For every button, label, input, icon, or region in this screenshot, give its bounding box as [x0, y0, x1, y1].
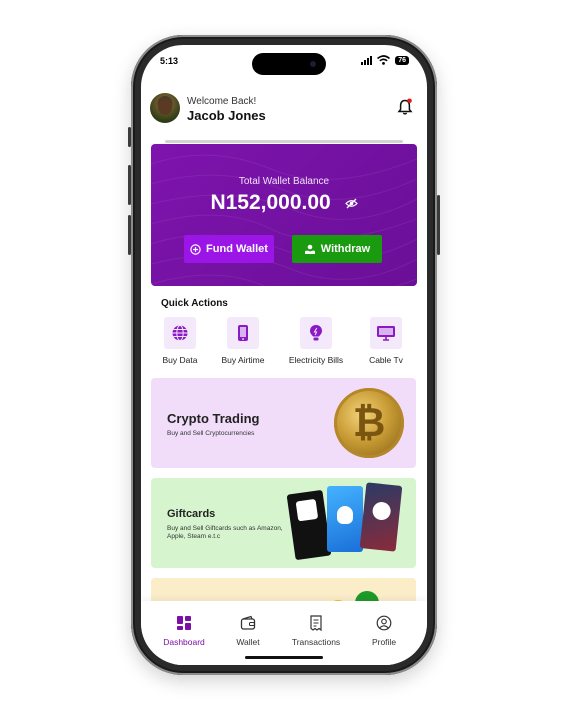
withdraw-label: Withdraw — [320, 243, 371, 255]
nav-item-profile[interactable]: Profile — [349, 615, 419, 647]
wallet-balance-card: Total Wallet Balance N152,000.00 Fund Wa… — [151, 144, 417, 286]
receipt-icon — [310, 615, 322, 632]
withdraw-hand-icon — [304, 244, 315, 254]
volume-up-button — [128, 165, 131, 205]
app-screen: 5:13 76 Welcome Back! Jacob Jones Total … — [141, 45, 427, 665]
profile-icon — [376, 615, 392, 631]
status-bar: 5:13 76 — [141, 53, 427, 71]
bulb-icon — [300, 317, 332, 349]
quick-actions-title: Quick Actions — [161, 298, 228, 309]
bottom-navigation: Dashboard Wallet Transactions Profile — [141, 601, 427, 665]
card-pattern — [151, 154, 417, 286]
crypto-card-title: Crypto Trading — [167, 411, 260, 426]
fund-wallet-button[interactable]: Fund Wallet — [184, 235, 274, 263]
nav-item-dashboard[interactable]: Dashboard — [149, 615, 219, 647]
crypto-trading-card[interactable]: Crypto Trading Buy and Sell Cryptocurren… — [151, 378, 416, 468]
fund-wallet-label: Fund Wallet — [206, 243, 268, 255]
dashboard-icon — [177, 616, 191, 630]
wallet-amount-value: N152,000.00 — [210, 191, 331, 214]
wifi-icon — [377, 55, 391, 65]
steam-giftcard-image — [359, 482, 403, 552]
wallet-amount: N152,000.00 — [151, 191, 417, 215]
nav-item-wallet[interactable]: Wallet — [213, 615, 283, 647]
giftcards-card[interactable]: Giftcards Buy and Sell Giftcards such as… — [151, 478, 416, 568]
quick-action-buy-data[interactable]: Buy Data — [150, 317, 210, 365]
withdraw-button[interactable]: Withdraw — [292, 235, 382, 263]
avatar[interactable] — [150, 93, 180, 123]
quick-action-label: Buy Airtime — [221, 355, 265, 365]
nav-label-transactions: Transactions — [291, 637, 341, 647]
username: Jacob Jones — [187, 108, 266, 123]
scroll-indicator — [165, 140, 403, 143]
signal-icon — [361, 55, 373, 65]
nav-label-profile: Profile — [371, 637, 397, 647]
quick-action-buy-airtime[interactable]: Buy Airtime — [213, 317, 273, 365]
quick-action-label: Buy Data — [162, 355, 198, 365]
welcome-text: Welcome Back! — [187, 96, 257, 107]
wallet-icon — [240, 615, 256, 630]
tv-icon — [370, 317, 402, 349]
globe-icon — [164, 317, 196, 349]
wallet-caption: Total Wallet Balance — [238, 176, 330, 187]
volume-down-button — [128, 215, 131, 255]
amazon-giftcard-image — [286, 489, 332, 561]
phone-frame: 5:13 76 Welcome Back! Jacob Jones Total … — [128, 35, 440, 675]
battery-icon: 76 — [395, 55, 409, 65]
power-button — [437, 195, 440, 255]
quick-action-cable-tv[interactable]: Cable Tv — [356, 317, 416, 365]
home-indicator — [245, 656, 323, 659]
app-header: Welcome Back! Jacob Jones — [150, 93, 418, 129]
mute-switch — [128, 127, 131, 147]
nav-label-dashboard: Dashboard — [163, 637, 205, 647]
bitcoin-symbol: ₿ — [352, 400, 386, 445]
crypto-card-subtitle: Buy and Sell Cryptocurrencies — [167, 430, 255, 437]
plus-circle-icon — [190, 243, 201, 255]
nav-item-transactions[interactable]: Transactions — [281, 615, 351, 647]
giftcards-card-subtitle: Buy and Sell Giftcards such as Amazon, A… — [167, 525, 283, 541]
quick-action-electricity-bills[interactable]: Electricity Bills — [286, 317, 346, 365]
notification-bell-icon[interactable] — [397, 98, 413, 116]
eye-off-icon[interactable] — [344, 198, 358, 209]
status-time: 5:13 — [160, 56, 179, 66]
bitcoin-coin-image: ₿ — [334, 388, 404, 458]
phone-icon — [227, 317, 259, 349]
apple-giftcard-image — [327, 486, 363, 552]
quick-action-label: Electricity Bills — [288, 355, 344, 365]
quick-action-label: Cable Tv — [369, 355, 403, 365]
nav-label-wallet: Wallet — [236, 637, 260, 647]
giftcards-card-title: Giftcards — [167, 508, 216, 520]
